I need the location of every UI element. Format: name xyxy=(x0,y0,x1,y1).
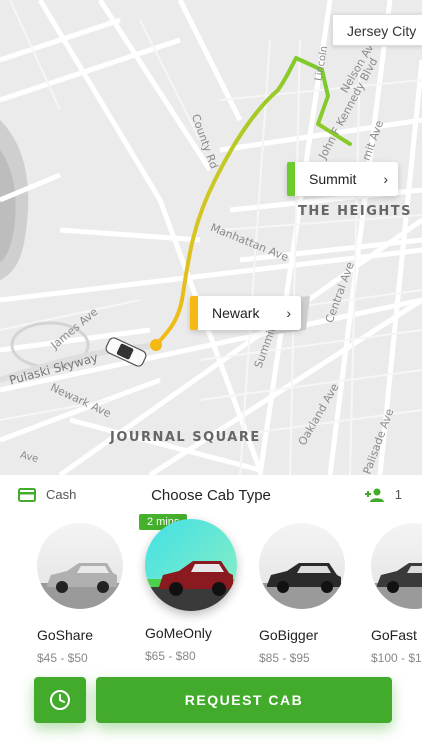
schedule-button[interactable] xyxy=(34,677,86,723)
destination-callout[interactable]: Summit › xyxy=(287,162,398,196)
cab-price: $85 - $95 xyxy=(259,651,310,665)
car-icon xyxy=(159,561,233,596)
destination-label: Summit xyxy=(309,171,357,187)
add-person-icon xyxy=(364,488,384,502)
car-image xyxy=(37,523,123,609)
cab-price: $45 - $50 xyxy=(37,651,88,665)
request-cab-button[interactable]: REQUEST CAB xyxy=(96,677,392,723)
cab-option-goshare[interactable]: GoShare $45 - $50 xyxy=(37,523,123,665)
chevron-right-icon: › xyxy=(383,171,388,187)
chevron-right-icon: › xyxy=(286,305,291,321)
origin-callout[interactable]: Newark › xyxy=(190,296,301,330)
map-view[interactable]: County Rd Manhattan Ave Central Ave Summ… xyxy=(0,0,422,475)
city-chip[interactable]: Jersey City xyxy=(332,14,422,46)
panel-title: Choose Cab Type xyxy=(151,487,271,504)
cab-option-gofast[interactable]: GoFast $100 - $1 xyxy=(371,523,422,665)
car-image xyxy=(145,519,237,611)
cab-price: $100 - $1 xyxy=(371,651,422,665)
origin-label: Newark xyxy=(212,305,260,321)
cab-name: GoShare xyxy=(37,627,94,643)
cab-name: GoFast xyxy=(371,627,417,643)
district-journal-square: JOURNAL SQUARE xyxy=(110,430,261,445)
cab-name: GoMeOnly xyxy=(145,625,212,641)
passenger-count[interactable]: 1 xyxy=(364,487,402,502)
passenger-count-value: 1 xyxy=(394,487,402,502)
car-icon xyxy=(47,563,117,593)
cab-name: GoBigger xyxy=(259,627,319,643)
car-image xyxy=(371,523,422,609)
cab-option-gomeonly[interactable]: GoMeOnly $65 - $80 xyxy=(145,519,237,663)
district-the-heights: THE HEIGHTS xyxy=(298,204,413,219)
origin-color-bar xyxy=(190,296,198,330)
car-image xyxy=(259,523,345,609)
car-icon xyxy=(267,563,341,593)
clock-icon xyxy=(50,690,70,710)
cab-selection-panel: Cash Choose Cab Type 1 GoShare $45 - $50… xyxy=(0,475,422,750)
cab-price: $65 - $80 xyxy=(145,649,196,663)
cab-option-gobigger[interactable]: GoBigger $85 - $95 xyxy=(259,523,345,665)
destination-color-bar xyxy=(287,162,295,196)
car-icon xyxy=(377,563,422,593)
